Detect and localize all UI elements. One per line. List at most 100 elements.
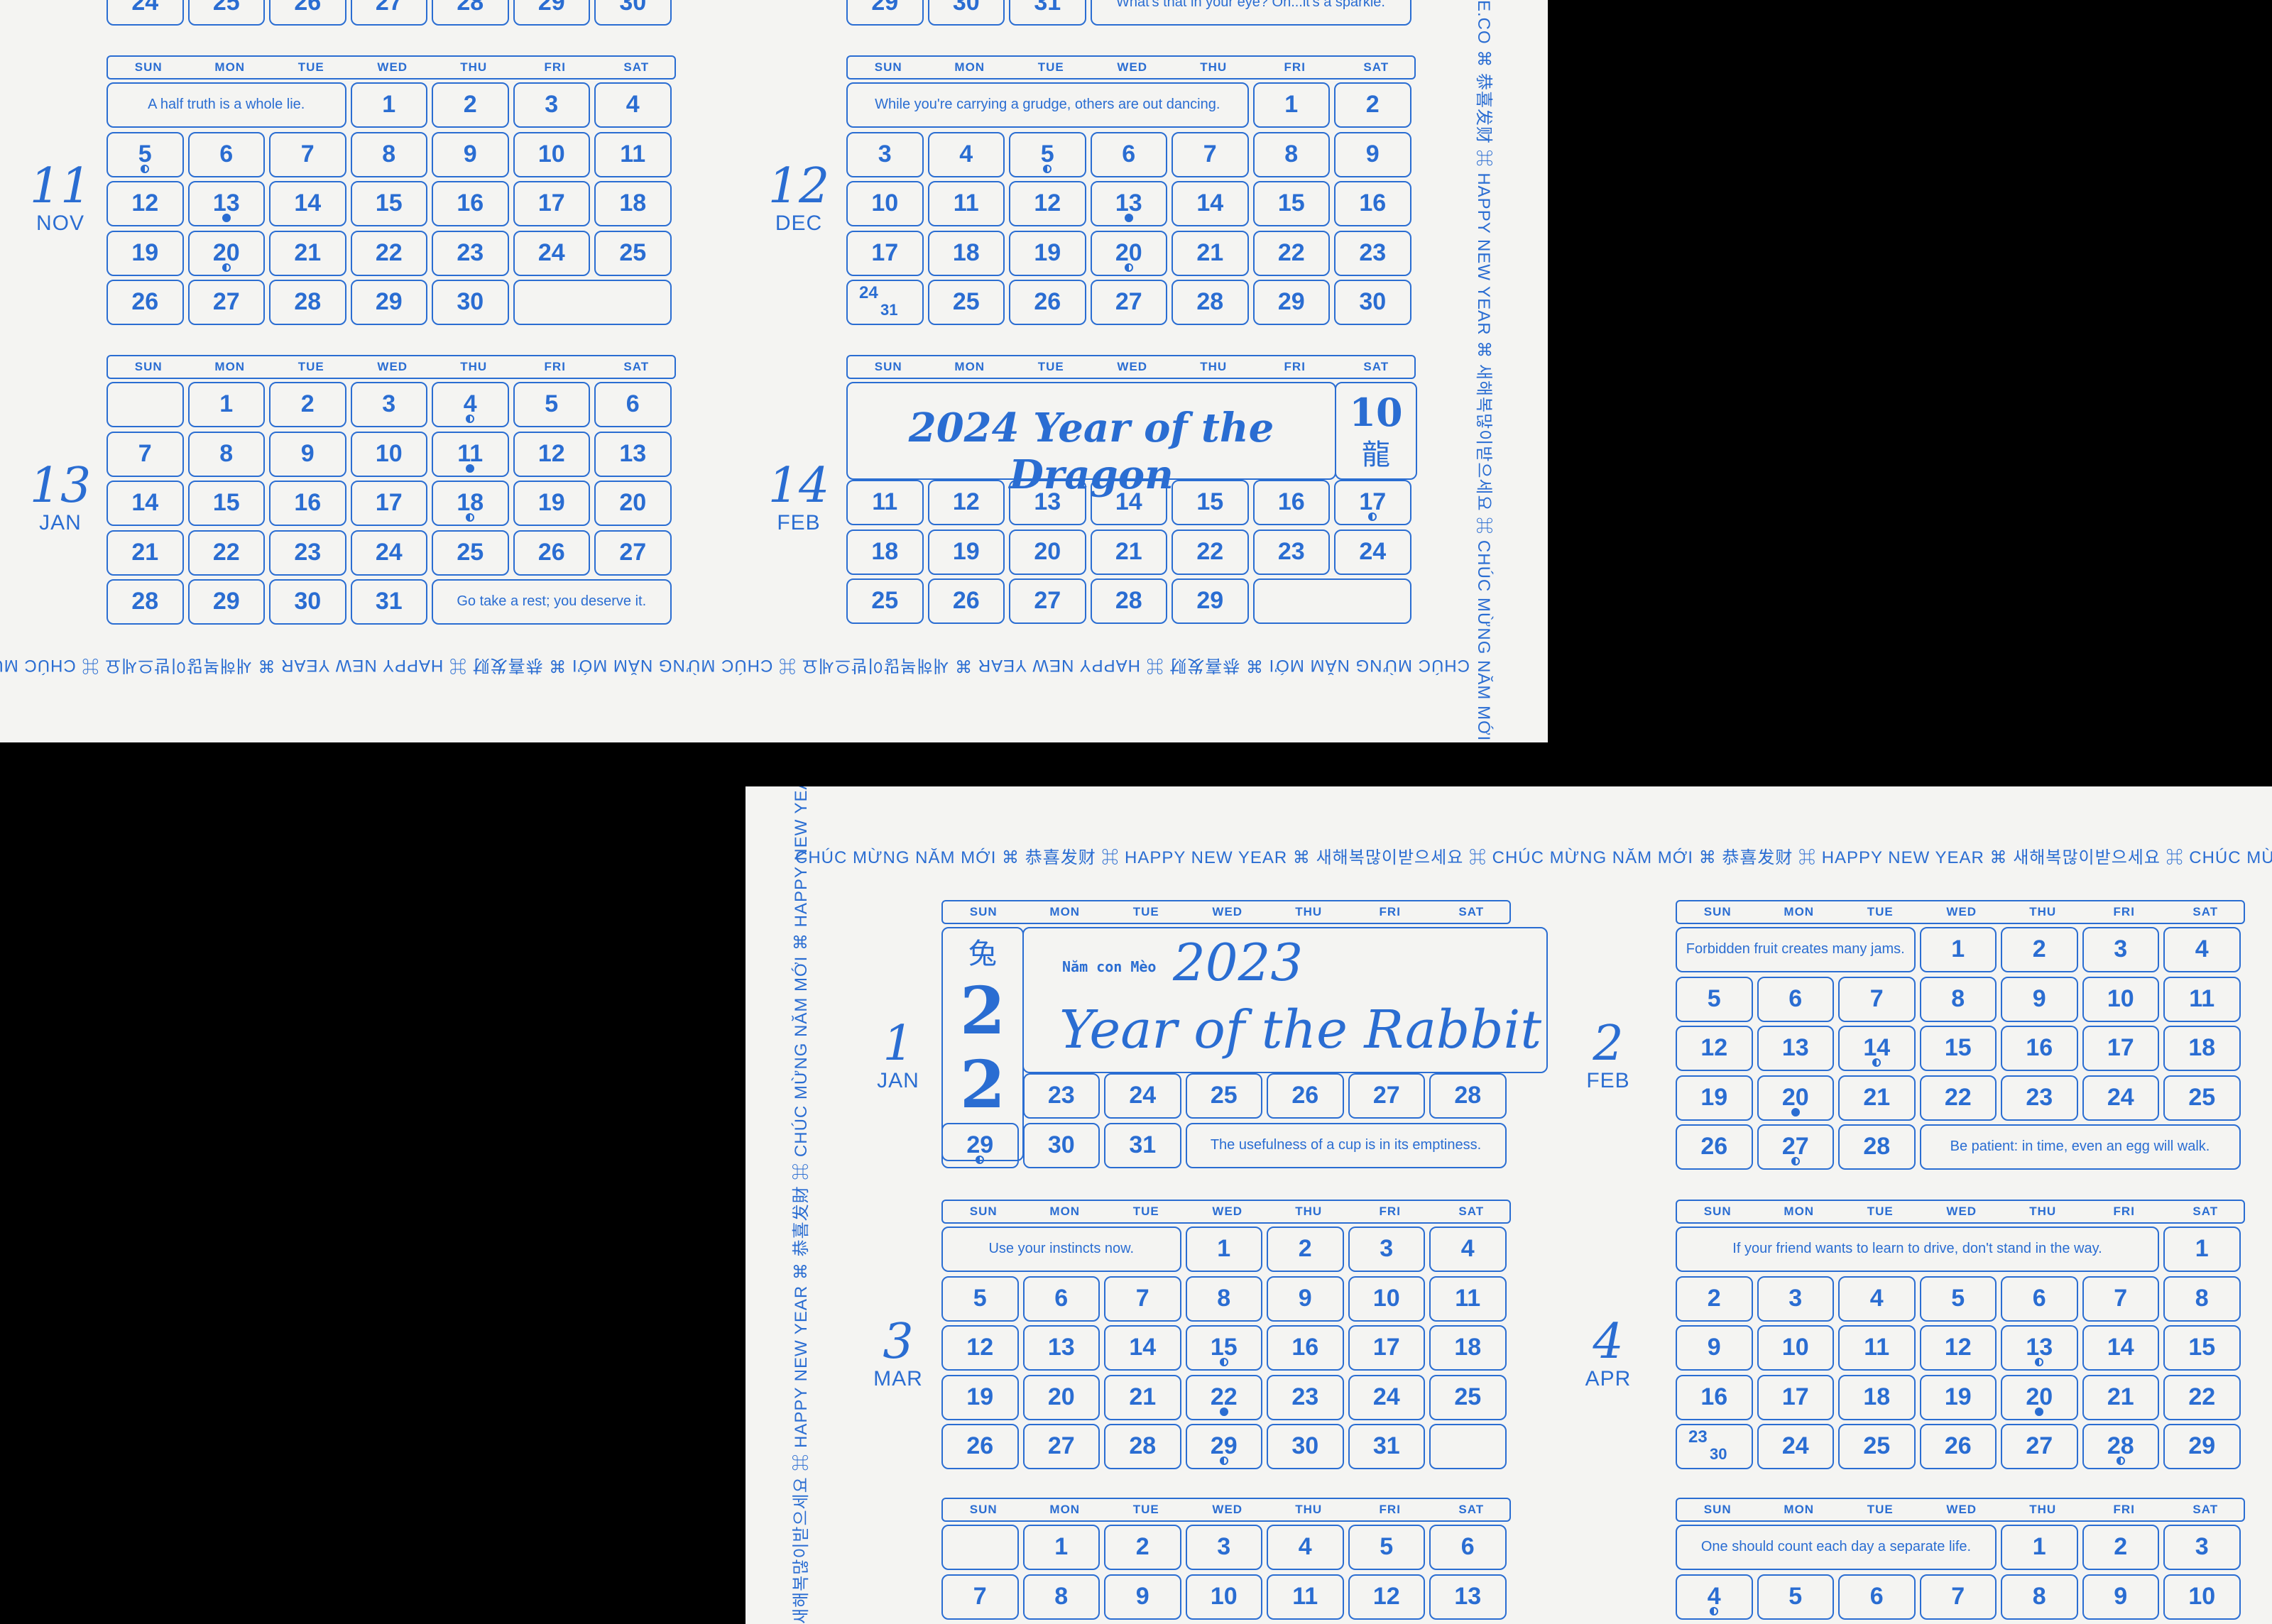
badge-number-a: 2 [959,972,1005,1049]
month-name: JAN [39,511,82,534]
day-cell: 24 [1348,1374,1425,1420]
day-cell: 21 [2082,1374,2159,1420]
day-cell: 21 [1104,1374,1181,1420]
month-number: 1 [883,1016,914,1072]
day-cell: 28 [1429,1073,1507,1119]
weekday-label: THU [460,60,488,74]
day-cell: 12 [1348,1574,1425,1620]
weekday-label: SAT [2192,1205,2219,1218]
weekday-label: WED [377,360,408,373]
weekday-header: SUN MON TUE WED THU FRI SAT [941,900,1511,924]
day-cell: 30 [594,0,672,26]
day-cell: 25 [2163,1075,2241,1121]
day-cell: 6 [594,382,672,427]
day-cell: 3 [1185,1525,1262,1570]
day-cell: 24 [2082,1075,2159,1121]
day-cell: 23 [1022,1073,1100,1119]
day-cell: 11 [1838,1325,1916,1371]
weekday-label: THU [460,360,488,373]
day-cell: 22 [187,530,265,576]
day-cell: 19 [927,529,1005,575]
weekday-label: SUN [969,1205,998,1218]
weekday-label: SAT [623,360,650,373]
weekday-label: THU [2029,1205,2057,1218]
day-cell: 5 [941,1275,1019,1322]
day-cell: 5 [1009,131,1086,177]
day-cell: 12 [106,181,184,226]
day-cell: 7 [1838,976,1916,1022]
day-cell: 11 [1429,1275,1507,1322]
day-cell: 23 30 [1676,1424,1753,1469]
day-cell: 3 [2082,927,2159,972]
day-cell: 28 [432,0,509,26]
rabbit-year-banner: Năm con Mèo 2023 Year of the Rabbit [1022,927,1548,1073]
day-cell: 2 [2082,1525,2159,1570]
day-cell: 18 [1429,1325,1507,1371]
greeting-band-right: E.CO ⌘ 恭喜发财 ⌘ HAPPY NEW YEAR ⌘ 새해복많이받으세요… [1474,0,1493,742]
weekday-header: SUN MON TUE WED THU FRI SAT [846,355,1416,379]
badge-character: 龍 [1362,439,1390,471]
month-name: MAR [873,1367,923,1390]
month-label-feb-2024: 14 FEB [753,461,845,535]
weekday-label: FRI [544,360,566,373]
weekday-label: TUE [1867,1503,1894,1516]
moon-phase-icon [466,463,475,473]
month-number: 11 [29,158,92,214]
day-cell: 7 [106,431,184,477]
day-cell: 20 [1090,230,1167,276]
moon-phase-icon [1368,512,1377,521]
day-cell: 28 [1838,1124,1916,1170]
day-cell: 31 [350,579,427,625]
day-cell: 28 [2082,1424,2159,1469]
weekday-label: TUE [1132,905,1159,918]
day-cell: 25 [927,280,1005,325]
weekday-label: WED [1117,60,1148,74]
day-cell: 12 [1676,1026,1753,1071]
day-cell: 5 [1676,976,1753,1022]
day-cell: 25 [846,578,924,624]
weekday-label: TUE [297,360,324,373]
day-cell: 7 [2082,1275,2159,1322]
day-cell: 13 [187,181,265,226]
weekday-label: SAT [2192,905,2219,918]
day-cell: 25 [594,230,672,276]
moon-phase-icon [1710,1606,1719,1615]
day-cell: 1 [350,82,427,128]
day-cell: 11 [927,181,1005,226]
day-cell: 4 [1267,1525,1344,1570]
year-number: 2023 [1173,933,1304,992]
month-number: 14 [768,458,830,514]
dragon-year-banner: 2024 Year of the Dragon [846,382,1336,498]
day-cell: 4 [2163,927,2241,972]
quote-cell: A half truth is a whole lie. [106,82,346,128]
day-cell: 3 [846,131,924,177]
day-cell: 24 [350,530,427,576]
day-cell: 20 [1009,529,1086,575]
day-cell: 13 [2001,1325,2078,1371]
day-cell: 19 [1009,230,1086,276]
cat-doodle-cell [941,1525,1019,1570]
moon-phase-icon [222,263,231,272]
weekday-header: SUN MON TUE WED THU FRI SAT [941,1498,1511,1522]
day-cell: 28 [1172,280,1249,325]
day-cell: 29 [513,0,590,26]
weekday-label: SAT [1458,905,1485,918]
day-cell: 20 [1022,1374,1100,1420]
day-cell: 6 [1757,976,1834,1022]
weekday-label: THU [2029,905,2057,918]
weekday-label: MON [1784,1503,1815,1516]
day-cell: 4 [927,131,1005,177]
day-cell: 10 [1185,1574,1262,1620]
weekday-label: WED [1946,905,1977,918]
month-name: JAN [877,1069,919,1092]
day-cell: 23 [2001,1075,2078,1121]
day-cell: 12 [513,431,590,477]
weekday-label: FRI [2113,1205,2135,1218]
weekday-label: WED [377,60,408,74]
day-cell: 4 [594,82,672,128]
day-cell: 6 [1429,1525,1507,1570]
day-cell: 21 [1838,1075,1916,1121]
day-cell: 26 [1267,1073,1344,1119]
day-cell: 22 [350,230,427,276]
weekday-label: WED [1212,905,1243,918]
